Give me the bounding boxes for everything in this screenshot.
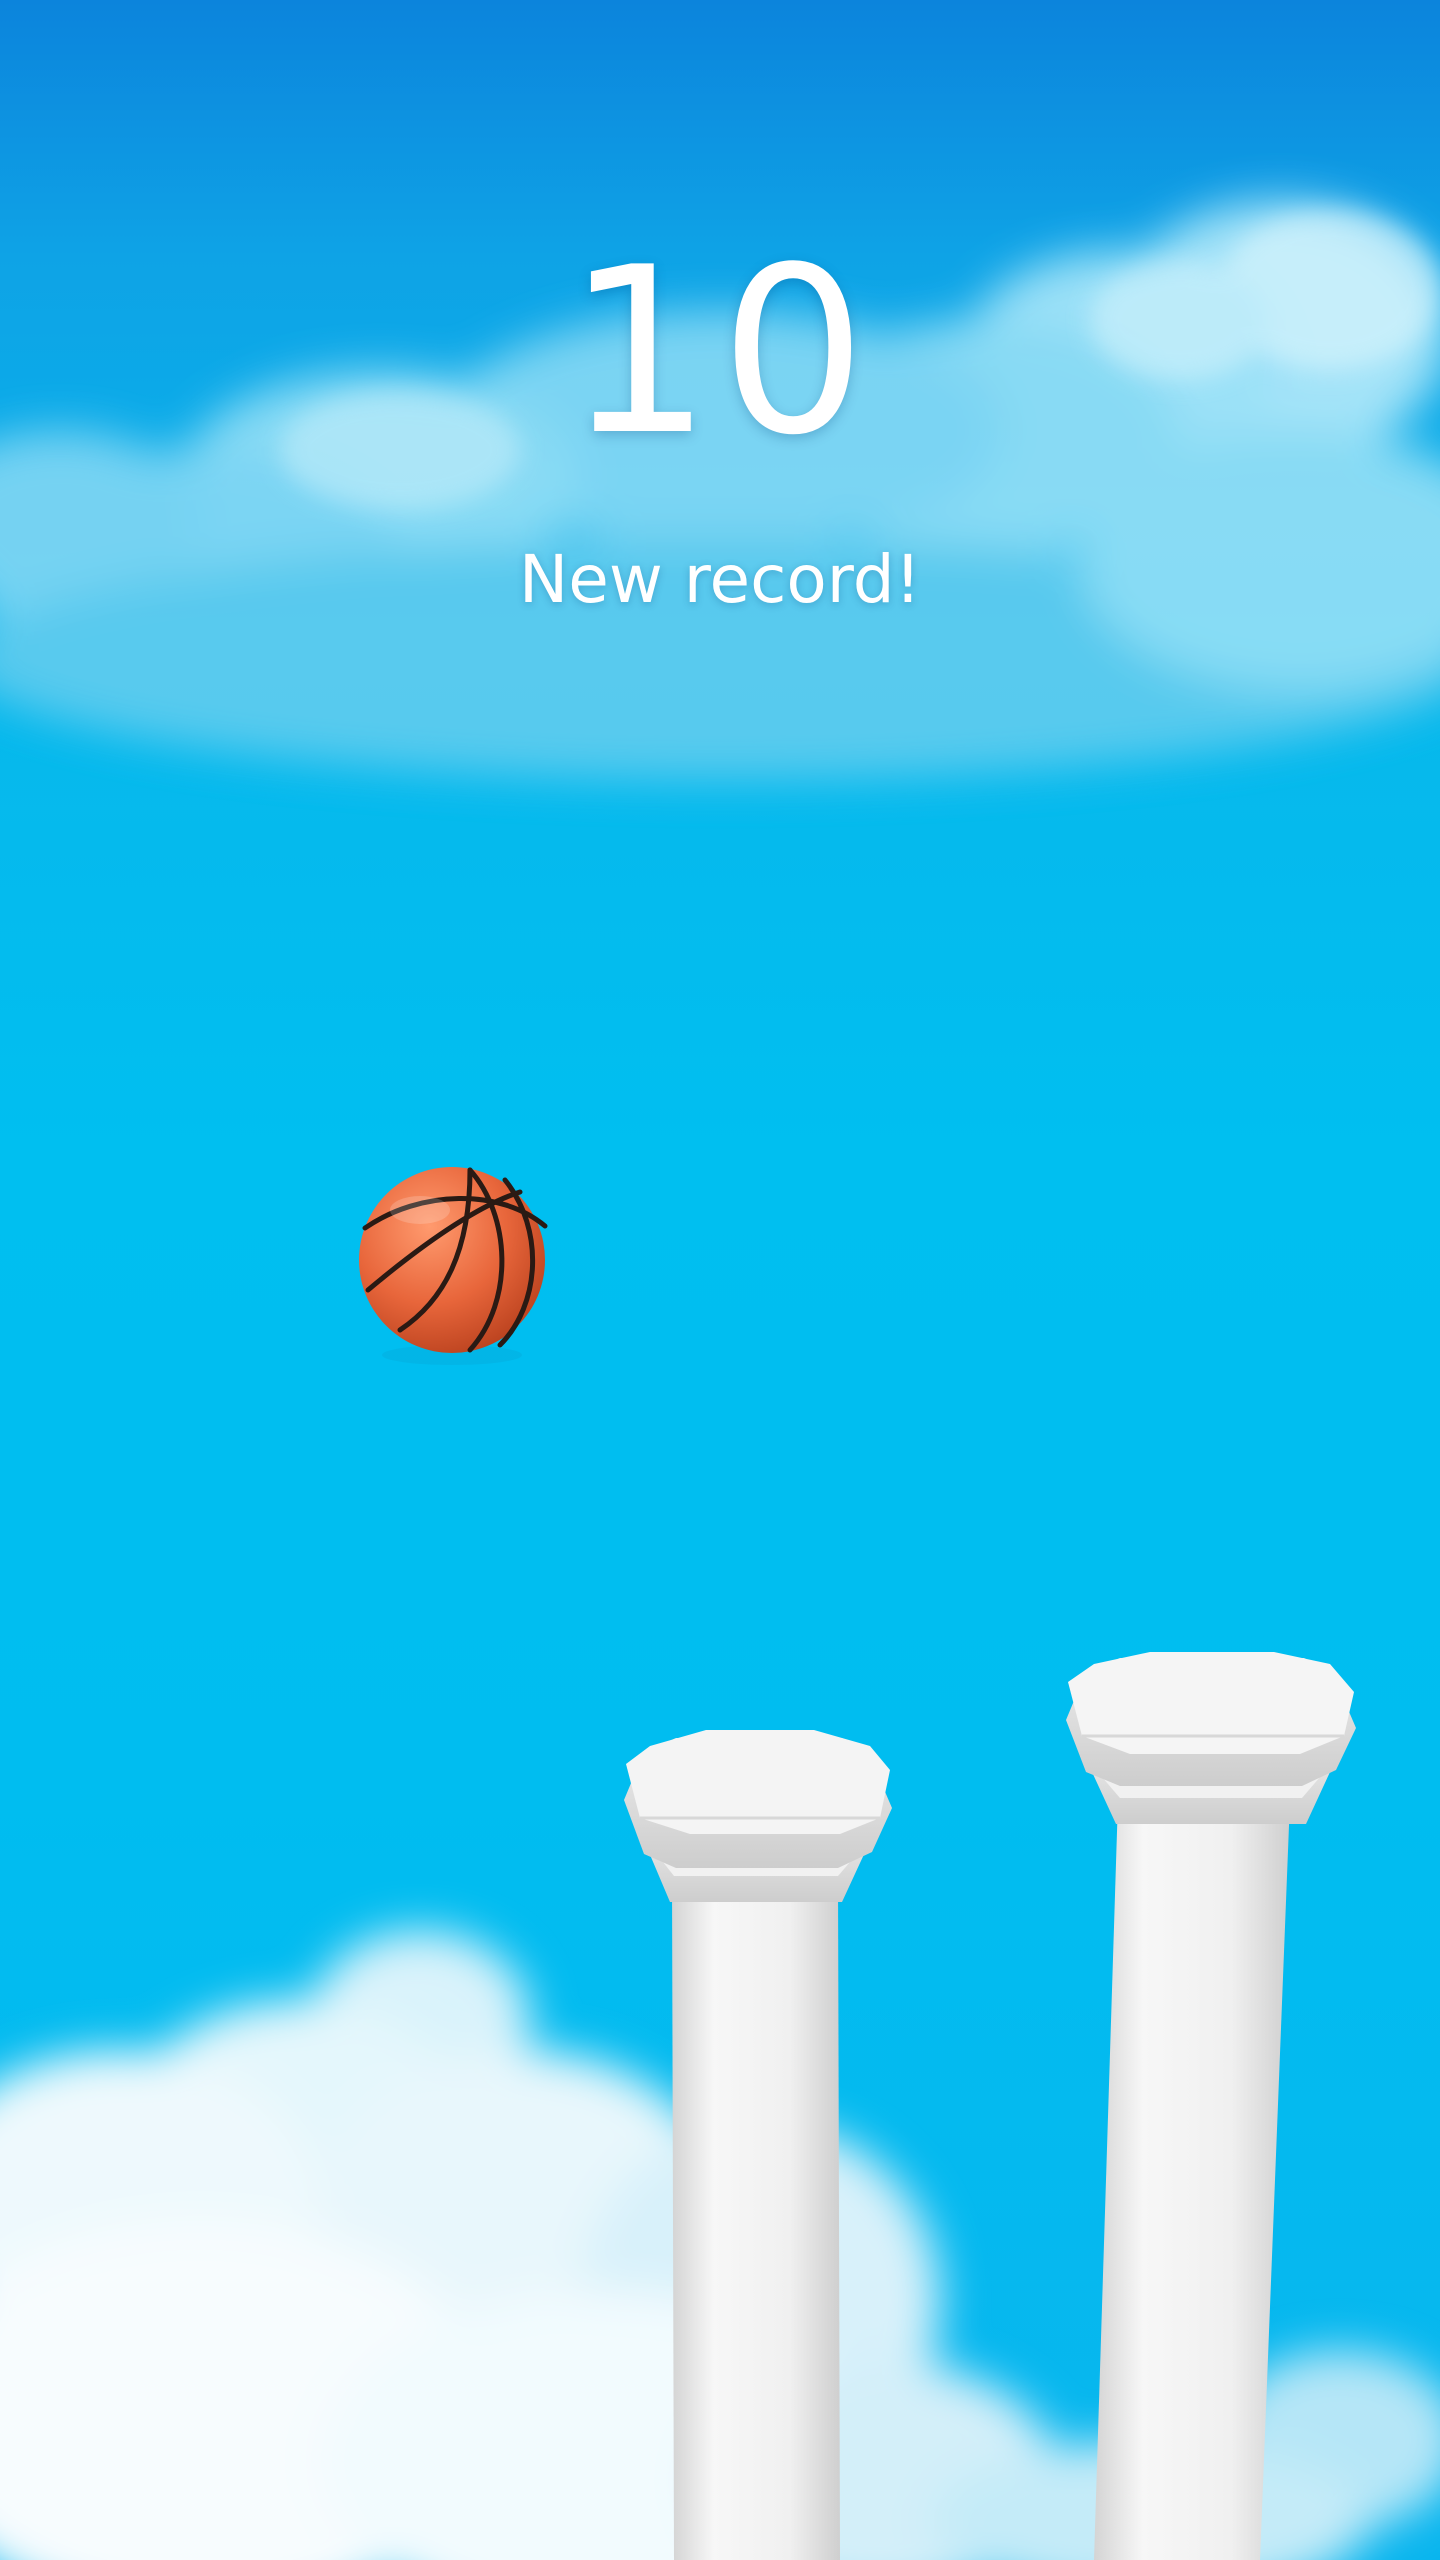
new-record-label: New record! [518,541,922,618]
score-counter: 10 [565,219,875,486]
game-scene[interactable]: 10 New record! [0,0,1440,2560]
